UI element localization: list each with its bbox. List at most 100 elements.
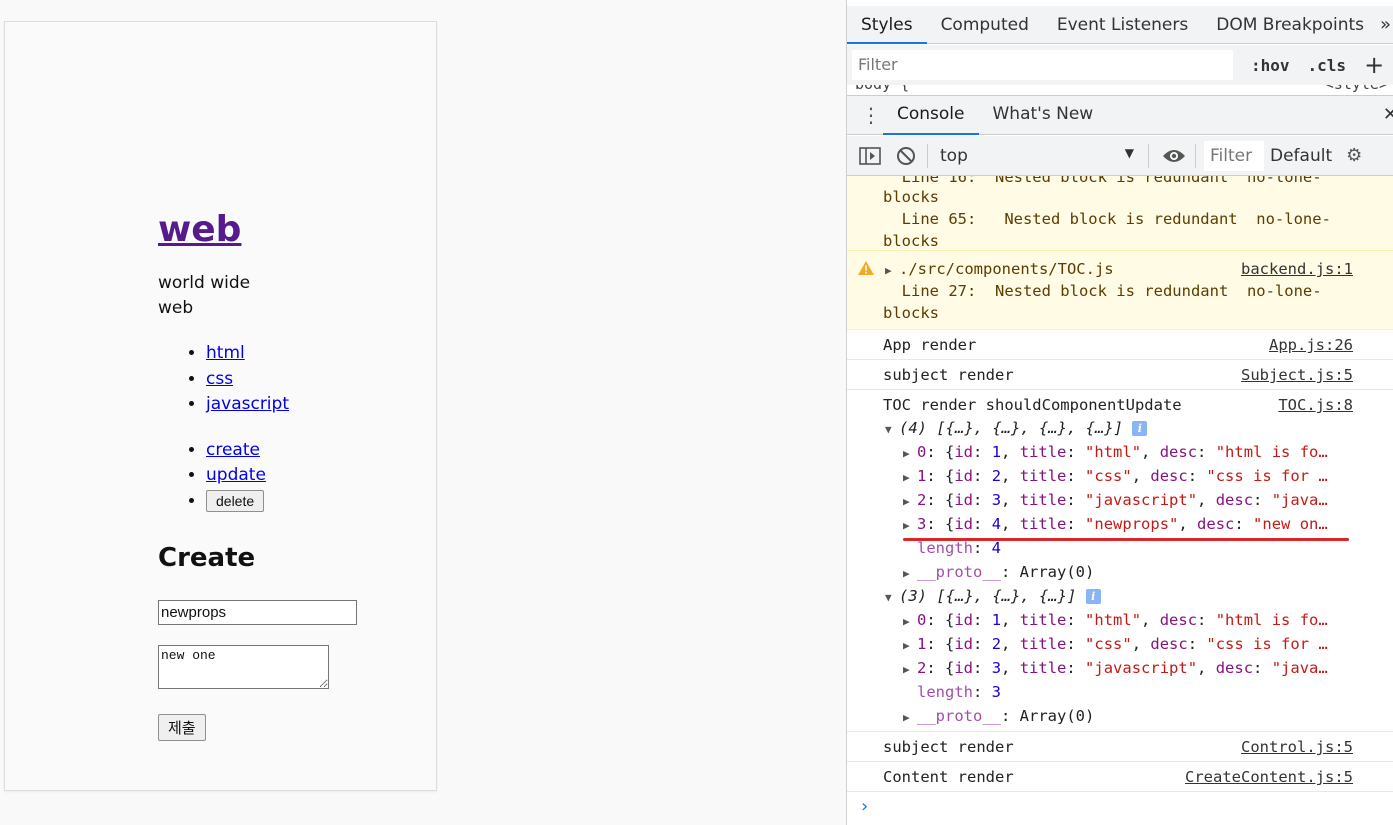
array-entry[interactable]: ▶ 2: {id: 3, title: "javascript", desc: "… <box>903 657 1328 681</box>
log-source-link[interactable]: TOC.js:8 <box>1278 394 1353 416</box>
styles-peek-selector: body { <box>855 85 909 93</box>
expand-triangle-icon[interactable]: ▶ <box>903 467 917 489</box>
expand-triangle-icon[interactable]: ▶ <box>903 707 917 729</box>
log-text: Content render <box>883 768 1014 786</box>
array-entry[interactable]: ▶ 3: {id: 4, title: "newprops", desc: "ne… <box>903 513 1328 537</box>
expand-triangle-icon[interactable]: ▶ <box>903 563 917 585</box>
log-source-link[interactable]: Subject.js:5 <box>1241 364 1353 386</box>
sidebar-toggle-icon[interactable] <box>857 143 883 169</box>
toc-item: javascript <box>206 392 418 418</box>
expand-triangle-icon[interactable]: ▶ <box>903 611 917 633</box>
site-subtitle: world wide web <box>158 273 251 318</box>
cls-toggle[interactable]: .cls <box>1308 56 1347 75</box>
warning-line: Line 27: Nested block is redundant no-lo… <box>883 282 1322 300</box>
context-selector[interactable]: top ▼ <box>934 146 1140 166</box>
warning-line: blocks <box>883 188 939 206</box>
create-heading: Create <box>158 543 256 573</box>
array-entry[interactable]: ▶ 2: {id: 3, title: "javascript", desc: "… <box>903 489 1328 513</box>
gear-icon[interactable]: ⚙ <box>1346 145 1362 166</box>
annotation-underline <box>903 538 1349 541</box>
tab-styles[interactable]: Styles <box>847 6 927 44</box>
console-log: App render App.js:26 <box>847 330 1393 360</box>
page-content: web world wide web html css javascript c… <box>158 207 418 741</box>
caret-down-icon: ▼ <box>1124 145 1134 160</box>
console-filter-input[interactable]: Filter <box>1204 140 1264 171</box>
array-proto[interactable]: ▶ __proto__: Array(0) <box>903 561 1094 585</box>
info-icon[interactable]: i <box>1132 421 1148 436</box>
tab-console[interactable]: Console <box>883 95 979 135</box>
warning-source-path: ./src/components/TOC.js <box>899 260 1114 278</box>
drawer-menu-icon[interactable]: ⋮ <box>859 105 883 125</box>
expand-triangle-icon[interactable]: ▶ <box>903 491 917 513</box>
submit-button[interactable]: 제출 <box>158 714 206 741</box>
array-length: length: 3 <box>917 683 1002 701</box>
expand-triangle-icon[interactable]: ▶ <box>903 443 917 465</box>
array-entry[interactable]: ▶ 1: {id: 2, title: "css", desc: "css is … <box>903 465 1328 489</box>
toolbar-separator <box>1148 143 1149 168</box>
info-icon[interactable]: i <box>1085 589 1101 604</box>
log-text: subject render <box>883 738 1014 756</box>
devtools-panel: Styles Computed Event Listeners DOM Brea… <box>846 0 1393 825</box>
site-title-link[interactable]: web <box>158 207 241 253</box>
array-entry[interactable]: ▶ 0: {id: 1, title: "html", desc: "html i… <box>903 609 1328 633</box>
more-tabs-icon[interactable]: » <box>1378 14 1391 35</box>
console-log: TOC render shouldComponentUpdate TOC.js:… <box>847 390 1393 732</box>
array-entry[interactable]: ▶ 0: {id: 1, title: "html", desc: "html i… <box>903 441 1328 465</box>
drawer-tabs: ⋮ Console What's New ✕ <box>847 95 1393 135</box>
array-summary[interactable]: ▼ (3) [{…}, {…}, {…}] i <box>885 585 1101 609</box>
collapse-triangle-icon[interactable]: ▼ <box>885 419 899 441</box>
array-summary[interactable]: ▼ (4) [{…}, {…}, {…}, {…}] i <box>885 417 1148 441</box>
expand-triangle-icon[interactable]: ▶ <box>885 260 899 282</box>
hov-toggle[interactable]: :hov <box>1251 56 1290 75</box>
tab-event-listeners[interactable]: Event Listeners <box>1043 6 1202 44</box>
title-input[interactable] <box>158 600 357 625</box>
desc-textarea[interactable]: new one <box>158 645 329 689</box>
collapse-triangle-icon[interactable]: ▼ <box>885 587 899 609</box>
console-log: Content render CreateContent.js:5 <box>847 762 1393 792</box>
close-drawer-icon[interactable]: ✕ <box>1383 104 1393 125</box>
context-value: top <box>940 145 968 166</box>
toc-item: css <box>206 367 418 393</box>
eye-icon[interactable] <box>1161 143 1187 169</box>
control-list: create update delete <box>158 438 418 515</box>
toc-link-javascript[interactable]: javascript <box>206 394 289 414</box>
warning-line: blocks <box>883 232 939 250</box>
console-prompt[interactable]: › <box>859 796 870 817</box>
array-proto[interactable]: ▶ __proto__: Array(0) <box>903 705 1094 729</box>
clear-console-icon[interactable] <box>893 143 919 169</box>
tab-computed[interactable]: Computed <box>927 6 1043 44</box>
create-link[interactable]: create <box>206 440 260 460</box>
expand-triangle-icon[interactable]: ▶ <box>903 659 917 681</box>
expand-triangle-icon[interactable]: ▶ <box>903 635 917 657</box>
toc-link-css[interactable]: css <box>206 369 233 389</box>
control-item: delete <box>206 489 418 515</box>
toc-list: html css javascript <box>158 341 418 418</box>
page-viewport: web world wide web html css javascript c… <box>4 21 437 791</box>
new-style-rule-icon[interactable]: + <box>1364 51 1384 79</box>
log-source-link[interactable]: Control.js:5 <box>1241 736 1353 758</box>
styles-peek: body { <style> <box>847 85 1393 95</box>
delete-button[interactable]: delete <box>206 489 265 512</box>
control-item: update <box>206 463 418 489</box>
console-log: subject render Control.js:5 <box>847 732 1393 762</box>
styles-filter-input[interactable]: Filter <box>852 50 1233 80</box>
log-levels-dropdown[interactable]: Default <box>1270 146 1332 166</box>
toc-link-html[interactable]: html <box>206 343 245 363</box>
update-link[interactable]: update <box>206 465 266 485</box>
tab-whats-new[interactable]: What's New <box>979 95 1108 135</box>
warning-source-link[interactable]: backend.js:1 <box>1241 258 1353 280</box>
log-text: TOC render shouldComponentUpdate <box>883 396 1182 414</box>
console-toolbar: top ▼ Filter Default ⚙ <box>847 136 1393 176</box>
warning-head[interactable]: ▶ ./src/components/TOC.js <box>885 258 1114 282</box>
toc-item: html <box>206 341 418 367</box>
warning-line: Line 16: Nested block is redundant no-lo… <box>883 176 1322 186</box>
log-source-link[interactable]: CreateContent.js:5 <box>1185 766 1353 788</box>
expand-triangle-icon[interactable]: ▶ <box>903 515 917 537</box>
toolbar-separator <box>1195 143 1196 168</box>
warning-line: Line 65: Nested block is redundant no-lo… <box>883 210 1331 228</box>
control-item: create <box>206 438 418 464</box>
tab-dom-breakpoints[interactable]: DOM Breakpoints <box>1202 6 1378 44</box>
log-source-link[interactable]: App.js:26 <box>1269 334 1353 356</box>
array-entry[interactable]: ▶ 1: {id: 2, title: "css", desc: "css is … <box>903 633 1328 657</box>
console-warning: ▶ ./src/components/TOC.js backend.js:1 Li… <box>847 252 1393 330</box>
